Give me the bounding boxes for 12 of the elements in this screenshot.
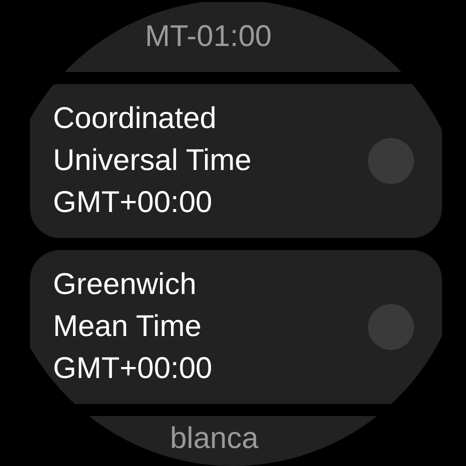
toggle-switch[interactable]: [368, 304, 414, 350]
time-zone-text: GMT+00:00: [53, 351, 212, 387]
time-zone-text: Universal Time: [53, 143, 252, 179]
toggle-switch[interactable]: [368, 138, 414, 184]
time-zone-text: Greenwich: [53, 267, 198, 303]
time-zone-card[interactable]: Greenwich Mean Time GMT+00:00: [30, 250, 442, 404]
time-zone-text: Coordinated: [53, 101, 218, 137]
time-zone-text: Mean Time: [53, 309, 202, 345]
time-zone-text: blanca: [170, 422, 258, 456]
time-zone-text: GMT+00:00: [53, 185, 214, 221]
time-zone-text: MT-01:00: [145, 19, 272, 55]
time-zone-card[interactable]: Coordinated Universal Time GMT+00:00: [30, 84, 442, 238]
